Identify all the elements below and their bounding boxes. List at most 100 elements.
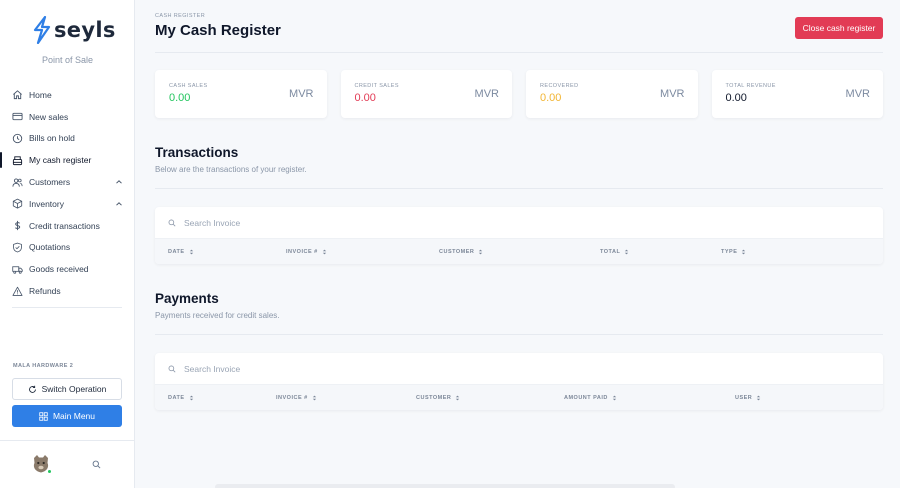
sort-icon: [612, 395, 617, 401]
payments-subtitle: Payments received for credit sales.: [155, 311, 280, 320]
sidebar-item-label: Goods received: [29, 264, 89, 275]
column-header-invoice[interactable]: INVOICE #: [286, 249, 327, 255]
sidebar: seyls Point of Sale Home New sales Bills…: [0, 0, 135, 488]
page-title: My Cash Register: [155, 22, 281, 39]
sort-icon: [625, 249, 629, 255]
header-divider: [155, 52, 883, 53]
main-menu-button[interactable]: Main Menu: [12, 405, 122, 427]
stat-card-credit-sales: CREDIT SALES 0.00 MVR: [340, 70, 512, 118]
users-icon: [12, 177, 23, 188]
sort-icon: [456, 395, 460, 401]
sidebar-item-new-sales[interactable]: New sales: [0, 106, 135, 128]
search-icon[interactable]: [92, 460, 101, 469]
card-icon: [12, 111, 23, 122]
sort-icon: [479, 249, 483, 255]
main-menu-label: Main Menu: [52, 411, 96, 421]
chevron-up-icon[interactable]: [115, 200, 123, 208]
home-icon: [12, 89, 23, 100]
stat-label: TOTAL REVENUE: [725, 83, 776, 89]
stat-value: 0.00: [354, 92, 376, 104]
column-header-type[interactable]: TYPE: [721, 249, 746, 255]
sidebar-item-bills-on-hold[interactable]: Bills on hold: [0, 128, 135, 150]
sidebar-item-my-cash-register[interactable]: My cash register: [0, 149, 135, 171]
stat-value: 0.00: [169, 92, 191, 104]
stat-currency: MVR: [474, 88, 499, 100]
chevron-up-icon[interactable]: [115, 178, 123, 186]
column-header-invoice[interactable]: INVOICE #: [276, 395, 317, 401]
switch-operation-button[interactable]: Switch Operation: [12, 378, 122, 400]
sidebar-item-label: New sales: [29, 111, 69, 122]
sidebar-item-inventory[interactable]: Inventory: [0, 193, 135, 215]
box-icon: [12, 198, 23, 209]
sidebar-item-label: Credit transactions: [29, 220, 100, 231]
stat-currency: MVR: [660, 88, 685, 100]
close-cash-register-button[interactable]: Close cash register: [795, 17, 883, 39]
sort-icon: [189, 395, 193, 401]
sidebar-item-label: Bills on hold: [29, 133, 75, 144]
brand-name: seyls: [54, 18, 116, 42]
warning-icon: [12, 286, 23, 297]
payments-table: DATE INVOICE # CUSTOMER AMOUNT PAID USER: [155, 353, 883, 410]
sidebar-item-quotations[interactable]: Quotations: [0, 237, 135, 259]
stat-label: CREDIT SALES: [354, 83, 399, 89]
stat-card-total-revenue: TOTAL REVENUE 0.00 MVR: [711, 70, 883, 118]
sort-icon: [189, 249, 193, 255]
search-icon: [168, 365, 176, 372]
sidebar-item-customers[interactable]: Customers: [0, 171, 135, 193]
sidebar-item-label: Inventory: [29, 198, 64, 209]
main-content: CASH REGISTER My Cash Register Close cas…: [135, 0, 900, 488]
section-divider: [155, 188, 883, 189]
sort-icon: [742, 249, 746, 255]
stat-value: 0.00: [540, 92, 562, 104]
column-header-date[interactable]: DATE: [168, 249, 194, 255]
column-header-customer[interactable]: CUSTOMER: [416, 395, 460, 401]
stat-card-recovered: RECOVERED 0.00 MVR: [526, 70, 698, 118]
sort-icon: [312, 395, 316, 401]
stats-row: CASH SALES 0.00 MVR CREDIT SALES 0.00 MV…: [155, 70, 883, 118]
column-header-date[interactable]: DATE: [168, 395, 194, 401]
search-icon: [168, 219, 176, 226]
logo[interactable]: seyls: [32, 16, 116, 44]
sidebar-nav: Home New sales Bills on hold My cash reg…: [0, 84, 135, 302]
sidebar-item-refunds[interactable]: Refunds: [0, 280, 135, 302]
search-invoice-input[interactable]: [184, 217, 484, 228]
column-header-label: DATE: [168, 395, 185, 401]
section-divider: [155, 334, 883, 335]
sidebar-item-home[interactable]: Home: [0, 84, 135, 106]
column-header-label: CUSTOMER: [439, 249, 475, 255]
column-header-amount-paid[interactable]: AMOUNT PAID: [564, 395, 617, 401]
column-header-label: AMOUNT PAID: [564, 395, 608, 401]
sidebar-item-label: Customers: [29, 177, 71, 188]
column-header-total[interactable]: TOTAL: [600, 249, 629, 255]
search-invoice-input[interactable]: [184, 363, 484, 374]
sidebar-item-goods-received[interactable]: Goods received: [0, 258, 135, 280]
footer-shadow: [215, 484, 675, 488]
stat-label: CASH SALES: [169, 83, 208, 89]
sidebar-item-label: Home: [29, 89, 52, 100]
column-header-label: TOTAL: [600, 249, 621, 255]
sort-icon: [322, 249, 326, 255]
stat-currency: MVR: [845, 88, 870, 100]
sidebar-item-credit-transactions[interactable]: Credit transactions: [0, 215, 135, 237]
bolt-logo-icon: [33, 16, 51, 44]
column-header-label: TYPE: [721, 249, 738, 255]
column-header-label: DATE: [168, 249, 185, 255]
clock-icon: [12, 133, 23, 144]
sidebar-footer-divider: [0, 440, 134, 441]
column-header-customer[interactable]: CUSTOMER: [439, 249, 483, 255]
switch-operation-label: Switch Operation: [41, 384, 107, 394]
transactions-title: Transactions: [155, 145, 239, 160]
refresh-icon: [28, 385, 36, 393]
grid-icon: [39, 411, 48, 421]
column-header-user[interactable]: USER: [735, 395, 761, 401]
stat-label: RECOVERED: [540, 83, 579, 89]
search-bar: [155, 353, 883, 384]
sort-icon: [757, 395, 761, 401]
transactions-subtitle: Below are the transactions of your regis…: [155, 165, 307, 174]
stat-card-cash-sales: CASH SALES 0.00 MVR: [155, 70, 327, 118]
online-status-dot: [47, 469, 52, 474]
sidebar-divider: [12, 307, 122, 308]
column-header-label: INVOICE #: [286, 249, 318, 255]
column-header-label: USER: [735, 395, 753, 401]
sidebar-item-label: Quotations: [29, 242, 71, 253]
